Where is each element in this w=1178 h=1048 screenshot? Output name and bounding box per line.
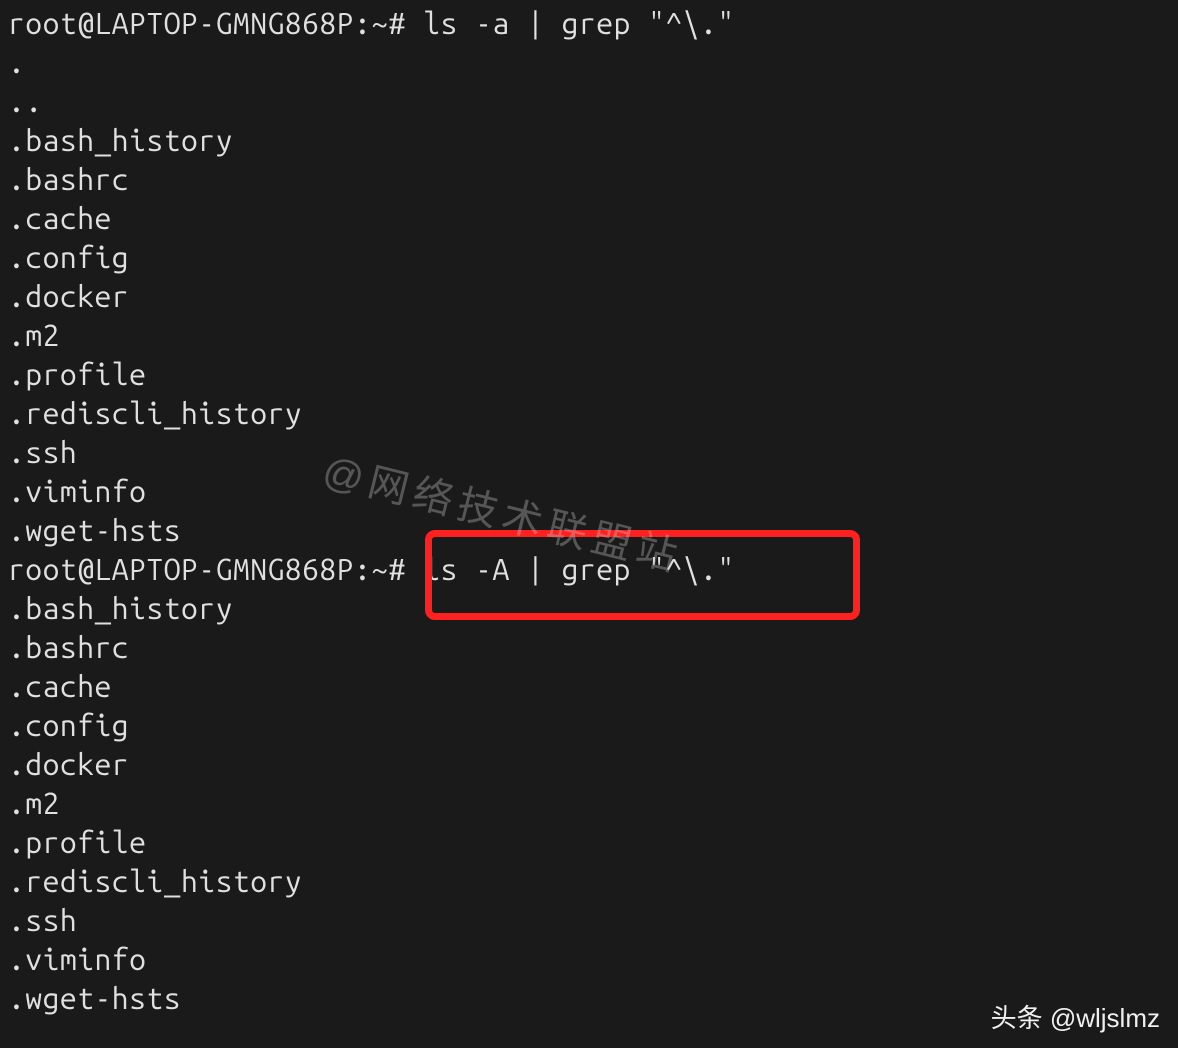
terminal-output: root@LAPTOP-GMNG868P:~# ls -a | grep "^\… (8, 4, 1170, 1018)
output-line: . (8, 43, 1170, 82)
output-line: .ssh (8, 433, 1170, 472)
output-line: .rediscli_history (8, 394, 1170, 433)
output-line: .docker (8, 277, 1170, 316)
output-line: .m2 (8, 784, 1170, 823)
prompt-symbol: # (389, 6, 406, 40)
prompt-line-1[interactable]: root@LAPTOP-GMNG868P:~# ls -a | grep "^\… (8, 4, 1170, 43)
output-line: .profile (8, 355, 1170, 394)
output-line: .bash_history (8, 121, 1170, 160)
output-line: .profile (8, 823, 1170, 862)
user-host: root@LAPTOP-GMNG868P (8, 552, 354, 586)
command: ls -A | grep "^\." (423, 552, 734, 586)
prompt-line-2[interactable]: root@LAPTOP-GMNG868P:~# ls -A | grep "^\… (8, 550, 1170, 589)
path: ~ (371, 6, 388, 40)
output-line: .rediscli_history (8, 862, 1170, 901)
output-line: .viminfo (8, 472, 1170, 511)
output-line: .docker (8, 745, 1170, 784)
output-line: .config (8, 238, 1170, 277)
output-line: .wget-hsts (8, 979, 1170, 1018)
output-line: .viminfo (8, 940, 1170, 979)
output-line: .bashrc (8, 628, 1170, 667)
output-line: .m2 (8, 316, 1170, 355)
output-line: .cache (8, 199, 1170, 238)
output-line: .ssh (8, 901, 1170, 940)
output-line: .wget-hsts (8, 511, 1170, 550)
output-line: .bash_history (8, 589, 1170, 628)
output-line: .bashrc (8, 160, 1170, 199)
path: ~ (371, 552, 388, 586)
output-line: .config (8, 706, 1170, 745)
command: ls -a | grep "^\." (423, 6, 734, 40)
output-line: .cache (8, 667, 1170, 706)
output-line: .. (8, 82, 1170, 121)
prompt-symbol: # (389, 552, 406, 586)
user-host: root@LAPTOP-GMNG868P (8, 6, 354, 40)
